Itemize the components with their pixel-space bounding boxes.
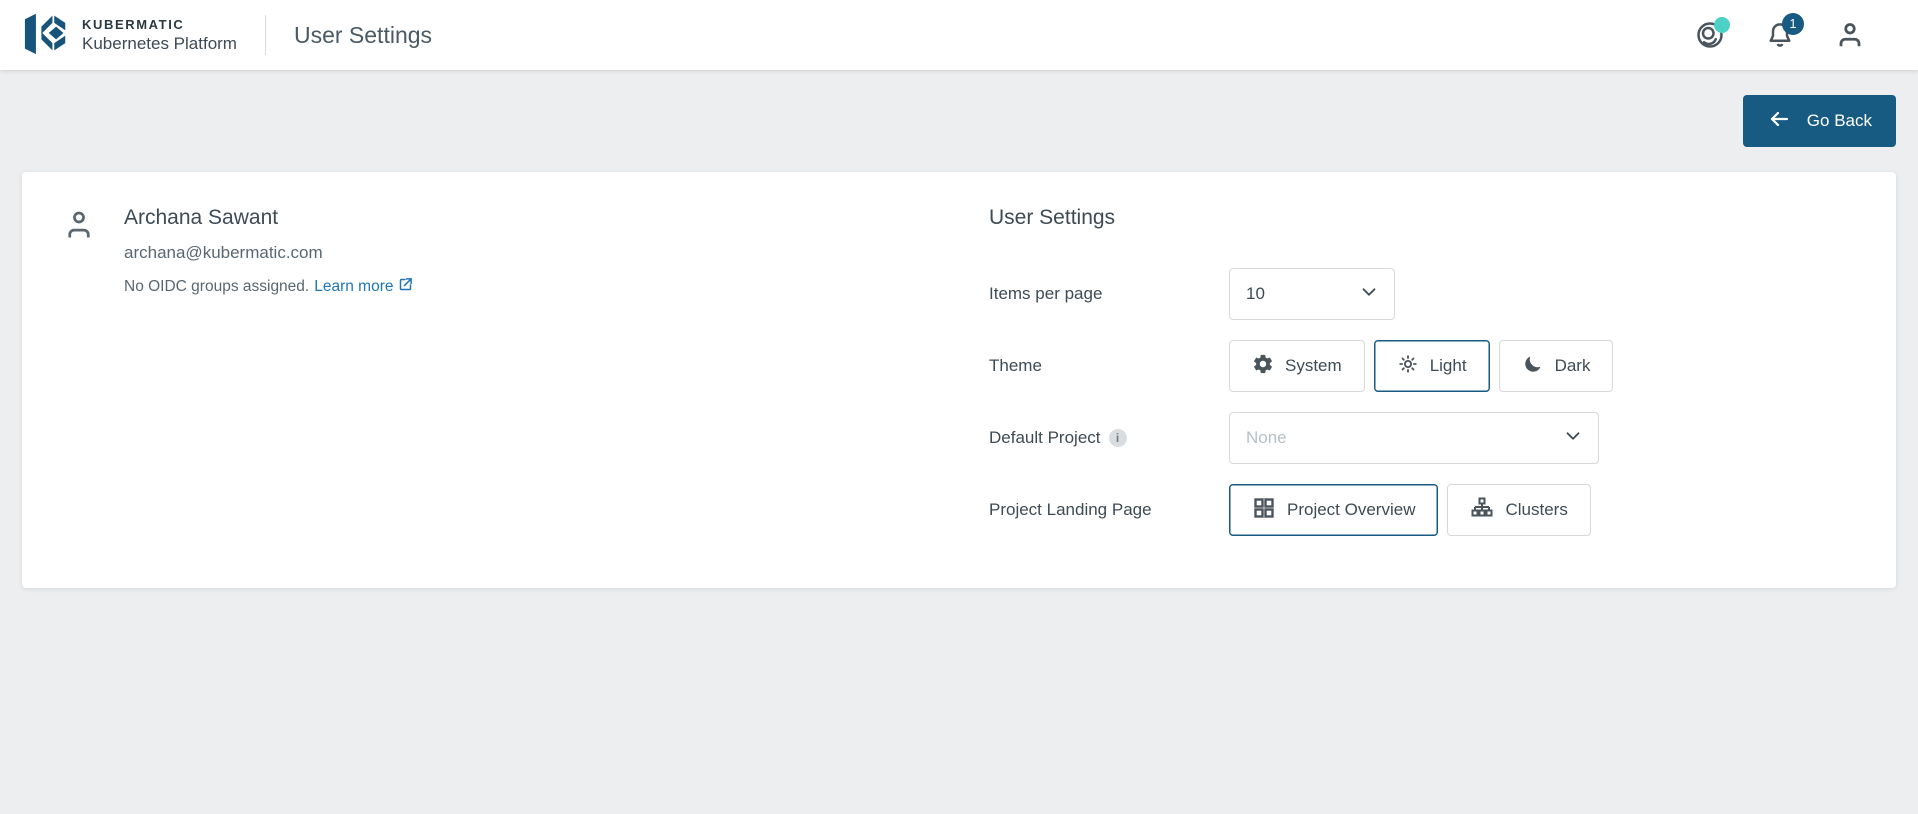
notifications-count-badge: 1 (1782, 13, 1804, 35)
landing-clusters-button[interactable]: Clusters (1447, 484, 1591, 536)
chevron-down-icon (1358, 281, 1380, 308)
moon-icon (1522, 353, 1544, 380)
user-name: Archana Sawant (124, 206, 279, 229)
landing-project-overview-button[interactable]: Project Overview (1229, 484, 1439, 536)
default-project-label: Default Project (989, 428, 1101, 447)
theme-dark-button[interactable]: Dark (1498, 340, 1614, 392)
kubermatic-logo[interactable]: KUBERMATIC Kubernetes Platform (24, 10, 237, 61)
default-project-placeholder: None (1246, 428, 1287, 447)
user-account-icon[interactable] (1834, 19, 1866, 51)
learn-more-link[interactable]: Learn more (314, 277, 412, 297)
oidc-groups-text: No OIDC groups assigned. (124, 278, 310, 295)
theme-row: Theme System Light Dark (989, 340, 1896, 392)
kubermatic-logo-icon (24, 10, 68, 61)
landing-clusters-label: Clusters (1505, 500, 1568, 519)
landing-page-row: Project Landing Page Project Overview Cl… (989, 484, 1896, 536)
user-email: archana@kubermatic.com (124, 243, 323, 262)
app-header: KUBERMATIC Kubernetes Platform User Sett… (0, 0, 1918, 70)
changelog-new-badge (1714, 17, 1730, 33)
theme-light-button[interactable]: Light (1373, 340, 1490, 392)
user-identity-section: Archana Sawant archana@kubermatic.com No… (22, 172, 989, 588)
chevron-down-icon (1562, 425, 1584, 452)
go-back-label: Go Back (1806, 111, 1872, 130)
go-back-button[interactable]: Go Back (1742, 95, 1896, 147)
theme-system-label: System (1285, 356, 1342, 375)
settings-title: User Settings (989, 206, 1116, 229)
items-per-page-row: Items per page 10 (989, 268, 1896, 320)
brand-subtitle: Kubernetes Platform (82, 33, 237, 53)
items-per-page-value: 10 (1246, 284, 1265, 303)
page-title: User Settings (293, 21, 433, 48)
user-settings-section: User Settings Items per page 10 Theme Sy… (989, 172, 1896, 588)
default-project-select[interactable]: None (1229, 412, 1599, 464)
notifications-bell-icon[interactable]: 1 (1764, 13, 1804, 51)
header-icon-group: 1 (1694, 13, 1866, 51)
header-divider (264, 15, 266, 55)
info-icon[interactable]: i (1108, 429, 1127, 447)
clusters-hierarchy-icon (1470, 496, 1494, 525)
page-content: Go Back Archana Sawant archana@kubermati… (0, 95, 1918, 588)
landing-project-overview-label: Project Overview (1287, 500, 1416, 519)
sun-icon (1397, 353, 1419, 380)
gear-icon (1252, 353, 1274, 380)
landing-page-label: Project Landing Page (989, 500, 1152, 519)
items-per-page-select[interactable]: 10 (1229, 268, 1395, 320)
theme-system-button[interactable]: System (1229, 340, 1365, 392)
brand-name: KUBERMATIC (82, 16, 185, 32)
user-settings-card: Archana Sawant archana@kubermatic.com No… (22, 172, 1896, 588)
arrow-left-icon (1767, 107, 1791, 136)
changelog-icon[interactable] (1694, 17, 1730, 51)
user-avatar-icon (64, 208, 94, 242)
items-per-page-label: Items per page (989, 284, 1103, 303)
theme-light-label: Light (1429, 356, 1467, 375)
theme-dark-label: Dark (1554, 356, 1591, 375)
theme-label: Theme (989, 356, 1042, 375)
default-project-row: Default Project i None (989, 412, 1896, 464)
external-link-icon (398, 277, 413, 297)
grid-icon (1252, 496, 1276, 525)
